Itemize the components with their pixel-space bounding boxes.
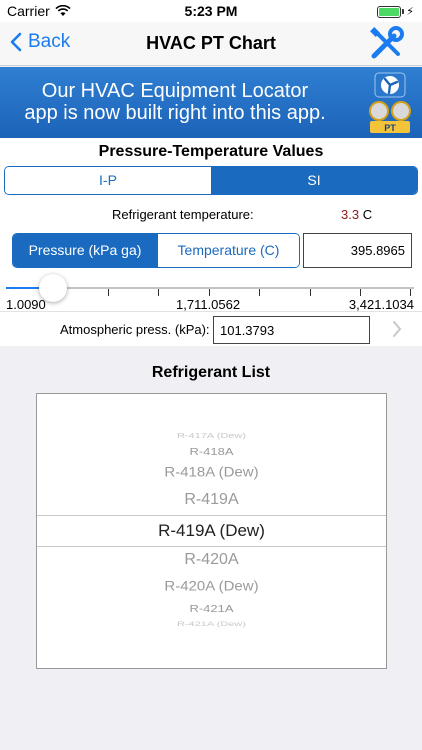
- picker-item[interactable]: R-418A (Dew): [37, 465, 386, 480]
- navigation-bar: Back HVAC PT Chart: [0, 22, 422, 66]
- picker-item-selected[interactable]: R-419A (Dew): [37, 521, 386, 541]
- tab-temperature[interactable]: Temperature (C): [157, 234, 299, 267]
- picker-item[interactable]: R-419A: [37, 491, 386, 509]
- refrigerant-temp-value: 3.3: [341, 207, 360, 222]
- slider-tick: [310, 289, 311, 296]
- atmospheric-label: Atmospheric press. (kPa):: [60, 322, 210, 337]
- mode-segmented-control: Pressure (kPa ga) Temperature (C): [12, 233, 300, 268]
- refrigerant-picker[interactable]: R-417A (Dew) R-418A R-418A (Dew) R-419A …: [36, 393, 387, 669]
- scale-min-label: 1.0090: [6, 297, 46, 312]
- tab-si[interactable]: SI: [211, 167, 417, 194]
- banner-text: Our HVAC Equipment Locator app is now bu…: [0, 80, 350, 124]
- slider-tick: [360, 289, 361, 296]
- tools-icon: [370, 26, 404, 59]
- refrigerant-list-title: Refrigerant List: [151, 364, 271, 381]
- slider-tick: [209, 289, 210, 296]
- banner-line-2: app is now built right into this app.: [24, 102, 326, 124]
- pressure-slider[interactable]: [0, 274, 422, 302]
- tab-ip[interactable]: I-P: [5, 167, 211, 194]
- tools-button[interactable]: [368, 26, 404, 67]
- pt-badge: PT: [384, 123, 396, 133]
- charging-icon: ⚡: [406, 6, 414, 18]
- refrigerant-temp-label: Refrigerant temperature:: [112, 207, 254, 222]
- slider-tick: [158, 289, 159, 296]
- picker-selection-top: [37, 515, 386, 516]
- value-input[interactable]: [303, 233, 412, 268]
- battery-icon: ⚡: [377, 5, 414, 18]
- picker-item[interactable]: R-418A: [37, 446, 386, 458]
- banner-line-1: Our HVAC Equipment Locator: [41, 80, 309, 102]
- tab-pressure[interactable]: Pressure (kPa ga): [13, 234, 157, 267]
- atmospheric-input[interactable]: [213, 316, 370, 344]
- picker-item[interactable]: R-420A (Dew): [37, 579, 386, 594]
- locator-banner[interactable]: Our HVAC Equipment Locator app is now bu…: [0, 67, 422, 138]
- refrigerant-temp-unit: C: [362, 207, 373, 222]
- app-logo-icon: PT: [369, 72, 411, 133]
- slider-track: [6, 287, 414, 289]
- slider-tick: [410, 289, 411, 296]
- scale-max-label: 3,421.1034: [348, 297, 414, 312]
- scale-mid-label: 1,711.0562: [176, 297, 241, 312]
- slider-tick: [259, 289, 260, 296]
- chevron-right-icon[interactable]: [392, 320, 402, 338]
- pt-section-title: Pressure-Temperature Values: [98, 143, 324, 160]
- refrigerant-temp-readout: 3.3 C: [341, 207, 372, 222]
- atmospheric-row: Atmospheric press. (kPa):: [0, 311, 422, 346]
- picker-selection-bottom: [37, 546, 386, 547]
- picker-item[interactable]: R-420A: [37, 551, 386, 569]
- slider-tick: [108, 289, 109, 296]
- clock: 5:23 PM: [184, 3, 238, 19]
- status-bar: Carrier 5:23 PM ⚡: [0, 0, 422, 22]
- picker-item[interactable]: R-421A: [37, 603, 386, 615]
- page-title: HVAC PT Chart: [146, 33, 276, 53]
- units-segmented-control: I-P SI: [4, 166, 418, 195]
- picker-item[interactable]: R-421A (Dew): [37, 620, 386, 627]
- picker-item[interactable]: R-417A (Dew): [37, 432, 386, 440]
